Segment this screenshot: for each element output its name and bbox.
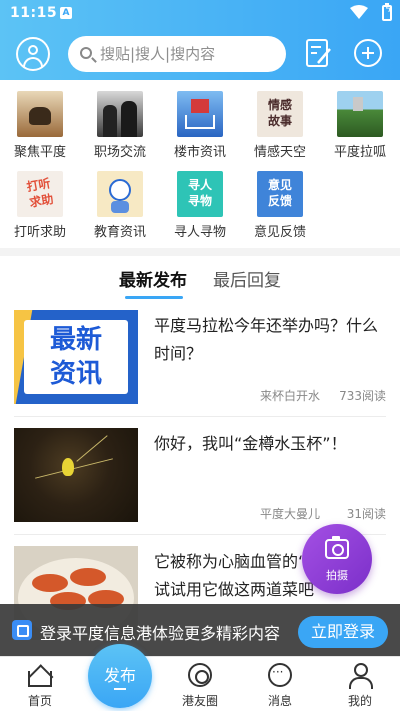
search-icon (80, 47, 92, 59)
category-item[interactable]: 意见 反馈 意见反馈 (240, 162, 320, 240)
article-read-count: 733阅读 (339, 389, 386, 403)
business-people-icon (97, 91, 143, 137)
bottom-nav: 首页 港友圈 消息 我的 (0, 656, 400, 711)
status-time: 11:15 (10, 5, 58, 21)
tea-set-icon (17, 91, 63, 137)
category-label: 平度拉呱 (333, 145, 386, 160)
app-logo-icon (12, 620, 32, 640)
nav-messages[interactable]: 消息 (240, 657, 320, 711)
active-tab-indicator (125, 296, 183, 299)
article-item[interactable]: 你好，我叫“金樽水玉杯”！ 平度大曼儿 31阅读 (14, 428, 386, 524)
battery-icon (382, 3, 392, 21)
article-thumbnail (14, 428, 138, 522)
category-grid: 聚焦平度 职场交流 楼市资讯 情感 故事 情感天空 平度拉呱 打听 求助 打听求… (0, 82, 400, 250)
city-landscape-icon (337, 91, 383, 137)
nav-home[interactable]: 首页 (0, 657, 80, 711)
message-icon (268, 663, 292, 687)
help-icon: 打听 求助 (17, 171, 63, 217)
app-header: 11:15 A (0, 0, 400, 80)
category-label: 打听求助 (13, 225, 66, 240)
feed-tabs: 最新发布 最后回复 (0, 256, 400, 300)
search-people-icon: 寻人 寻物 (177, 171, 223, 217)
article-title: 平度马拉松今年还举办吗？什么时间？ (154, 316, 379, 363)
category-label: 教育资讯 (93, 225, 146, 240)
search-bar[interactable] (68, 36, 286, 72)
category-item[interactable]: 打听 求助 打听求助 (0, 162, 80, 240)
profile-icon (348, 663, 373, 689)
astronaut-icon (97, 171, 143, 217)
user-avatar-button[interactable] (16, 37, 50, 71)
category-item[interactable]: 聚焦平度 (0, 82, 80, 160)
house-cart-icon (177, 91, 223, 137)
article-separator (14, 416, 386, 417)
status-bar: 11:15 A (0, 0, 400, 28)
edit-icon[interactable] (306, 39, 332, 67)
user-icon (28, 45, 38, 55)
category-label: 聚焦平度 (13, 145, 66, 160)
section-divider (0, 248, 400, 256)
camera-label: 拍摄 (326, 569, 348, 582)
article-read-count: 31阅读 (346, 507, 386, 521)
nav-label: 消息 (267, 694, 292, 708)
publish-label: 发布 (103, 666, 136, 685)
camera-button[interactable]: 拍摄 (302, 524, 372, 594)
nav-circle[interactable]: 港友圈 (160, 657, 240, 711)
circle-icon (188, 663, 212, 687)
category-label: 情感天空 (253, 145, 306, 160)
login-banner: 登录平度信息港体验更多精彩内容 立即登录 (0, 604, 400, 656)
login-button[interactable]: 立即登录 (298, 616, 388, 648)
plus-icon[interactable] (354, 39, 382, 67)
tab-latest[interactable]: 最新发布 (119, 266, 187, 291)
publish-button[interactable]: 发布 (88, 644, 152, 708)
category-label: 意见反馈 (253, 225, 306, 240)
home-icon (28, 671, 52, 687)
tab-last-reply[interactable]: 最后回复 (213, 266, 281, 291)
login-banner-text: 登录平度信息港体验更多精彩内容 (40, 624, 281, 643)
category-item[interactable]: 平度拉呱 (320, 82, 400, 160)
category-label: 寻人寻物 (173, 225, 226, 240)
category-label: 楼市资讯 (173, 145, 226, 160)
category-item[interactable]: 教育资讯 (80, 162, 160, 240)
category-item[interactable]: 职场交流 (80, 82, 160, 160)
camera-icon (325, 536, 349, 559)
category-item[interactable]: 楼市资讯 (160, 82, 240, 160)
article-item[interactable]: 最新 资讯 平度马拉松今年还举办吗？什么时间？ 来杯白开水 733阅读 (14, 310, 386, 406)
article-thumbnail: 最新 资讯 (14, 310, 138, 404)
article-title: 你好，我叫“金樽水玉杯”！ (154, 434, 347, 453)
category-label: 职场交流 (93, 145, 146, 160)
category-item[interactable]: 情感 故事 情感天空 (240, 82, 320, 160)
article-author: 来杯白开水 (259, 389, 320, 403)
nav-label: 我的 (347, 694, 372, 708)
feedback-icon: 意见 反馈 (257, 171, 303, 217)
nav-label: 首页 (27, 694, 52, 708)
nav-label: 港友圈 (181, 694, 218, 708)
search-input[interactable] (100, 36, 280, 72)
article-author: 平度大曼儿 (259, 507, 320, 521)
nav-me[interactable]: 我的 (320, 657, 400, 711)
notification-icon: A (60, 7, 72, 19)
emotion-story-icon: 情感 故事 (257, 91, 303, 137)
wifi-icon (350, 5, 368, 19)
category-item[interactable]: 寻人 寻物 寻人寻物 (160, 162, 240, 240)
